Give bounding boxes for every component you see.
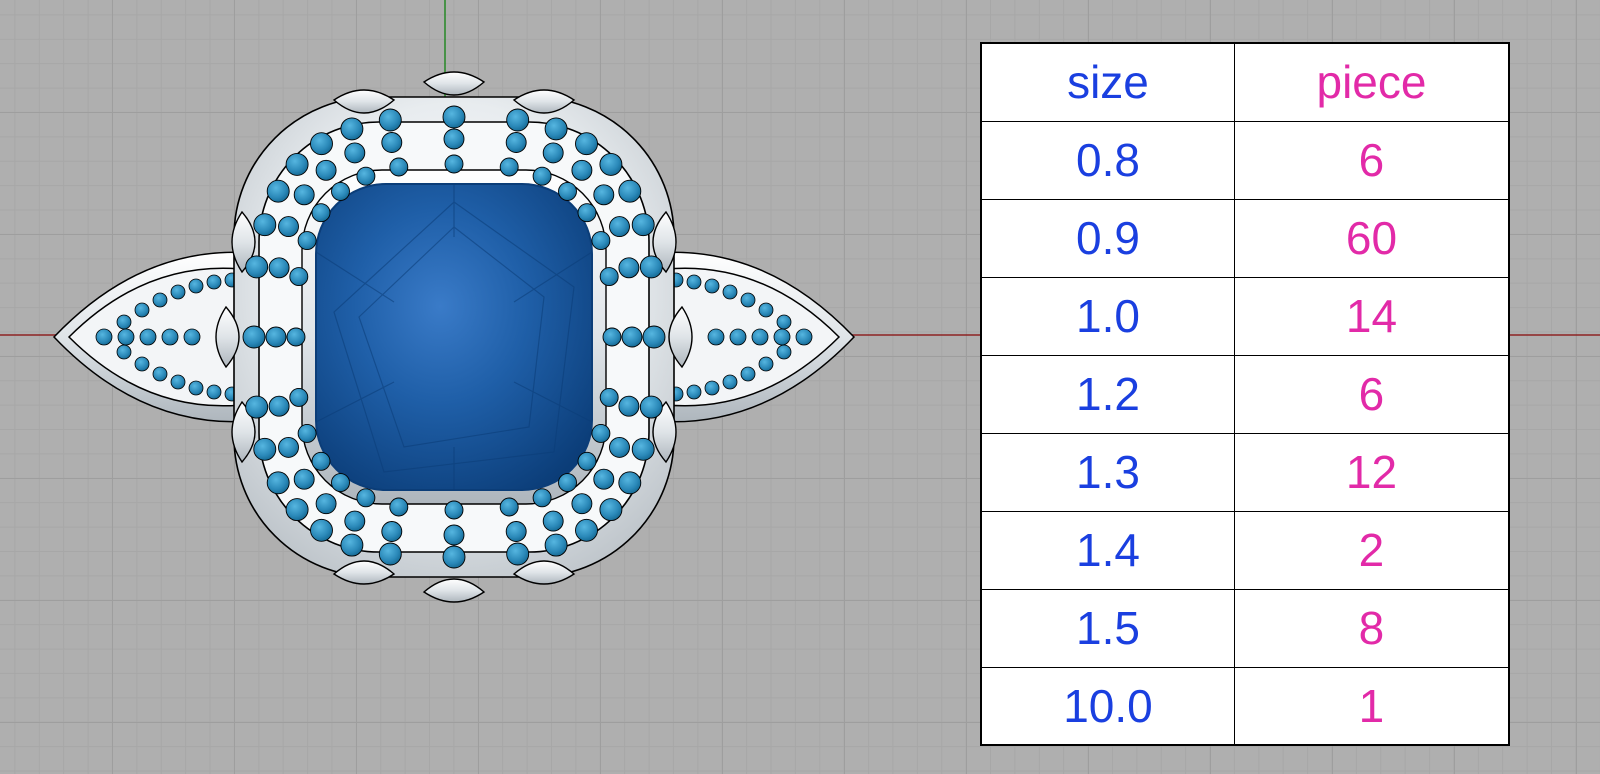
- ring-model-view[interactable]: [34, 52, 874, 622]
- stone-count-table: size piece 0.860.9601.0141.261.3121.421.…: [980, 42, 1510, 746]
- table-row: 1.26: [981, 355, 1509, 433]
- table-row: 1.312: [981, 433, 1509, 511]
- col-header-size: size: [981, 43, 1234, 121]
- cell-size: 1.3: [981, 433, 1234, 511]
- cell-piece: 12: [1234, 433, 1509, 511]
- cell-piece: 6: [1234, 121, 1509, 199]
- center-stone: [316, 184, 592, 490]
- cell-piece: 60: [1234, 199, 1509, 277]
- cell-size: 10.0: [981, 667, 1234, 745]
- cell-piece: 2: [1234, 511, 1509, 589]
- cell-size: 1.2: [981, 355, 1234, 433]
- table-header-row: size piece: [981, 43, 1509, 121]
- cell-size: 1.4: [981, 511, 1234, 589]
- col-header-piece: piece: [1234, 43, 1509, 121]
- cell-piece: 1: [1234, 667, 1509, 745]
- cell-piece: 8: [1234, 589, 1509, 667]
- table-row: 1.014: [981, 277, 1509, 355]
- cell-size: 1.0: [981, 277, 1234, 355]
- cell-size: 0.8: [981, 121, 1234, 199]
- table-row: 0.86: [981, 121, 1509, 199]
- cell-piece: 14: [1234, 277, 1509, 355]
- cell-piece: 6: [1234, 355, 1509, 433]
- table-row: 1.42: [981, 511, 1509, 589]
- ring-svg: [34, 52, 874, 622]
- table-row: 0.960: [981, 199, 1509, 277]
- table-row: 10.01: [981, 667, 1509, 745]
- table-row: 1.58: [981, 589, 1509, 667]
- cell-size: 0.9: [981, 199, 1234, 277]
- cell-size: 1.5: [981, 589, 1234, 667]
